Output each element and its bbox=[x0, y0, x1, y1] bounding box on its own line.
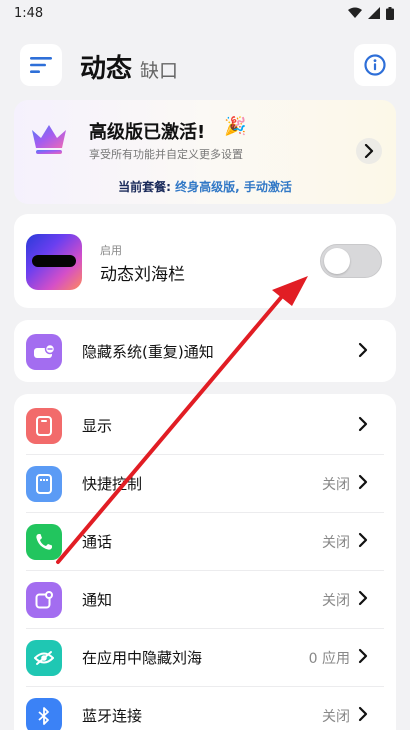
chevron-right-icon bbox=[358, 416, 368, 432]
hide-notifications-label: 隐藏系统(重复)通知 bbox=[82, 343, 214, 361]
settings-row-display[interactable]: 显示 bbox=[14, 396, 396, 454]
notch-preview-image bbox=[26, 234, 82, 290]
chevron-right-icon bbox=[358, 342, 368, 358]
settings-row-value: 0 应用 bbox=[308, 651, 350, 667]
hide-notifications-card[interactable]: 隐藏系统(重复)通知 bbox=[14, 320, 396, 382]
settings-row-value: 关闭 bbox=[322, 477, 350, 493]
menu-button[interactable] bbox=[20, 44, 62, 86]
premium-title: 高级版已激活! bbox=[89, 122, 206, 143]
premium-open-button[interactable] bbox=[356, 138, 382, 164]
settings-row-label: 显示 bbox=[82, 417, 113, 435]
bluetooth-icon bbox=[26, 698, 62, 730]
notification-icon bbox=[26, 582, 62, 618]
notch-card: 启用 动态刘海栏 bbox=[14, 214, 396, 308]
chevron-right-icon bbox=[358, 648, 368, 664]
hide-notifications-row[interactable]: 隐藏系统(重复)通知 bbox=[14, 322, 396, 380]
settings-row-quick-control[interactable]: 快捷控制 关闭 bbox=[14, 454, 396, 512]
settings-list: 显示 快捷控制 关闭 通话 关闭 通知 关闭 在应用中隐藏刘海 0 应用 蓝牙连… bbox=[14, 394, 396, 730]
settings-row-label: 蓝牙连接 bbox=[82, 707, 143, 725]
settings-row-value: 关闭 bbox=[322, 709, 350, 725]
chevron-right-icon bbox=[358, 474, 368, 490]
page-title: 动态 bbox=[80, 54, 133, 84]
settings-row-value: 关闭 bbox=[322, 593, 350, 609]
crown-icon bbox=[32, 125, 66, 154]
info-icon bbox=[364, 54, 386, 76]
menu-icon bbox=[30, 57, 52, 73]
signal-icon bbox=[368, 7, 380, 19]
settings-row-hide-in-apps[interactable]: 在应用中隐藏刘海 0 应用 bbox=[14, 628, 396, 686]
notch-enable-label: 启用 bbox=[100, 244, 122, 257]
settings-row-label: 通知 bbox=[82, 591, 113, 609]
premium-subtitle: 享受所有功能并自定义更多设置 bbox=[89, 148, 243, 161]
wifi-icon bbox=[348, 7, 362, 18]
settings-row-value: 关闭 bbox=[322, 535, 350, 551]
status-bar: 1:48 bbox=[0, 0, 410, 26]
settings-row-call[interactable]: 通话 关闭 bbox=[14, 512, 396, 570]
chevron-right-icon bbox=[358, 706, 368, 722]
plan-label: 当前套餐: bbox=[118, 180, 171, 194]
toggle-knob bbox=[324, 248, 350, 274]
status-time: 1:48 bbox=[14, 5, 44, 21]
battery-icon bbox=[386, 6, 394, 20]
page-subtitle: 缺口 bbox=[140, 60, 179, 82]
chevron-right-icon bbox=[364, 144, 374, 158]
hide-notification-icon bbox=[26, 334, 62, 370]
settings-row-notification[interactable]: 通知 关闭 bbox=[14, 570, 396, 628]
app-header: 动态 缺口 bbox=[0, 44, 410, 90]
notch-pill bbox=[32, 255, 76, 267]
phone-icon bbox=[26, 524, 62, 560]
premium-card[interactable]: 高级版已激活! 🎉 享受所有功能并自定义更多设置 当前套餐: 终身高级版, 手动… bbox=[14, 100, 396, 204]
settings-row-bluetooth[interactable]: 蓝牙连接 关闭 bbox=[14, 686, 396, 730]
notch-title: 动态刘海栏 bbox=[100, 265, 185, 285]
settings-row-label: 在应用中隐藏刘海 bbox=[82, 649, 203, 667]
quick-control-icon bbox=[26, 466, 62, 502]
premium-plan: 当前套餐: 终身高级版, 手动激活 bbox=[14, 178, 396, 195]
chevron-right-icon bbox=[358, 532, 368, 548]
info-button[interactable] bbox=[354, 44, 396, 86]
display-icon bbox=[26, 408, 62, 444]
status-icons bbox=[348, 6, 394, 20]
chevron-right-icon bbox=[358, 590, 368, 606]
party-icon: 🎉 bbox=[224, 116, 247, 137]
eye-off-icon bbox=[26, 640, 62, 676]
notch-toggle[interactable] bbox=[320, 244, 382, 278]
settings-row-label: 快捷控制 bbox=[82, 475, 143, 493]
settings-row-label: 通话 bbox=[82, 533, 113, 551]
plan-value: 终身高级版, 手动激活 bbox=[175, 180, 292, 194]
